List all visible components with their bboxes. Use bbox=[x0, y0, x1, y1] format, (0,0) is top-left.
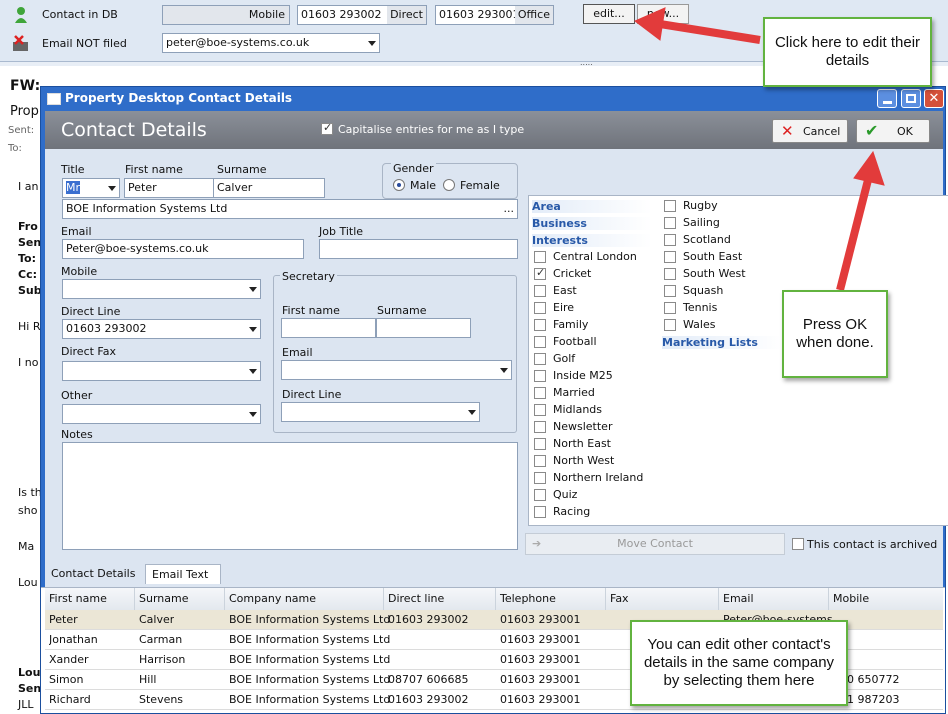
callout-edit: Click here to edit their details bbox=[763, 17, 932, 87]
callout-ok: Press OK when done. bbox=[782, 290, 888, 378]
callout-grid: You can edit other contact's details in … bbox=[630, 620, 848, 706]
